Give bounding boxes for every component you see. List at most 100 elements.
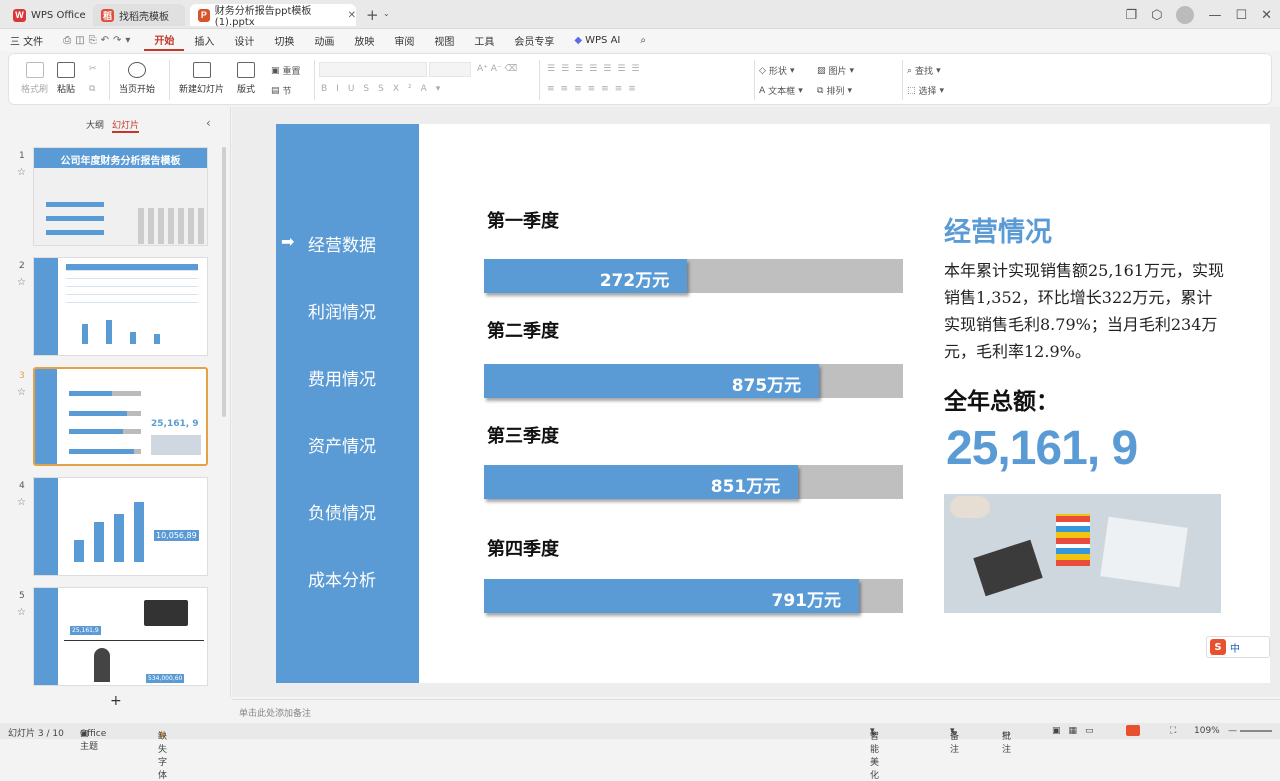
format-painter-button[interactable]: 格式刷: [21, 62, 48, 95]
thumb-table: [66, 264, 198, 310]
star-icon[interactable]: ☆: [17, 277, 26, 288]
start-from-current-button[interactable]: 当页开始: [119, 62, 155, 95]
progress-value: 791万元: [771, 591, 842, 611]
divider: [109, 60, 110, 100]
chevron-down-icon[interactable]: ⌄: [383, 9, 390, 18]
thumb-divider: [64, 640, 204, 641]
nav-cost-analysis[interactable]: 成本分析: [308, 566, 376, 591]
tab-template[interactable]: 稻 找稻壳模板: [93, 4, 185, 26]
progress-track: 791万元: [484, 579, 903, 613]
thumb-bar: [114, 514, 124, 562]
section-button[interactable]: ▤ 节: [271, 84, 292, 98]
slide-thumbnail-2[interactable]: [33, 257, 208, 356]
menu-home[interactable]: 开始: [144, 29, 185, 51]
new-tab-icon[interactable]: +: [366, 6, 379, 24]
thumb-bar: [82, 324, 88, 344]
thumb-bar: [106, 320, 112, 344]
star-icon[interactable]: ☆: [17, 607, 26, 618]
font-family-select[interactable]: [319, 62, 427, 77]
zoom-level[interactable]: 109%: [1194, 726, 1220, 736]
star-icon[interactable]: ☆: [17, 167, 26, 178]
slide-number: 3: [19, 371, 25, 381]
notes-pane[interactable]: 单击此处添加备注: [232, 699, 1280, 723]
menu-member[interactable]: 会员专享: [504, 29, 564, 51]
menu-view[interactable]: 视图: [424, 29, 464, 51]
nav-expenses[interactable]: 费用情况: [308, 365, 376, 390]
collapse-panel-icon[interactable]: ‹: [206, 116, 211, 130]
notes-toggle[interactable]: ≡ 备注 ▾: [950, 726, 959, 755]
thumb-sidebar: [34, 588, 58, 685]
brush-icon: [25, 62, 44, 78]
slide-thumbnail-1[interactable]: 公司年度财务分析报告模板: [33, 147, 208, 246]
layout-button[interactable]: 版式: [237, 62, 255, 95]
menu-wps-ai[interactable]: ◆ WPS AI: [564, 29, 630, 51]
tab-wps-office[interactable]: W WPS Office: [5, 4, 89, 26]
thumb-sidebar: [34, 478, 58, 575]
slide-thumbnail-4[interactable]: 10,056,89: [33, 477, 208, 576]
slide-thumbnail-3[interactable]: 25,161, 9: [33, 367, 208, 466]
font-size-select[interactable]: [429, 62, 471, 77]
menu-review[interactable]: 审阅: [384, 29, 424, 51]
quick-access-icons[interactable]: ⎙◫⎘↶↷▾: [53, 29, 144, 51]
menu-animation[interactable]: 动画: [304, 29, 344, 51]
thumb-total: 10,056,89: [154, 530, 199, 541]
slide-thumbnail-5[interactable]: 25,161,9 534,000,60: [33, 587, 208, 686]
reset-button[interactable]: ▣ 重置: [271, 64, 301, 78]
alignment-controls[interactable]: ≡≡≡≡≡≡≡: [547, 84, 642, 94]
star-icon[interactable]: ☆: [17, 497, 26, 508]
minimize-icon[interactable]: —: [1208, 8, 1221, 23]
thumb-laptop: [144, 600, 188, 626]
select-button[interactable]: ⬚ 选择 ▾: [907, 84, 944, 98]
maximize-icon[interactable]: ☐: [1235, 8, 1247, 23]
nav-profit[interactable]: 利润情况: [308, 298, 376, 323]
menu-design[interactable]: 设计: [224, 29, 264, 51]
star-icon[interactable]: ☆: [17, 387, 26, 398]
ime-toolbar[interactable]: S 中: [1206, 636, 1270, 658]
textbox-button[interactable]: A 文本框 ▾: [759, 84, 803, 98]
view-mode-icons[interactable]: ▣▦▭: [1052, 726, 1102, 736]
picture-button[interactable]: ▨ 图片 ▾: [817, 64, 854, 78]
slide-number: 1: [19, 151, 25, 161]
nav-liabilities[interactable]: 负债情况: [308, 499, 376, 524]
outline-tab[interactable]: 大纲: [86, 118, 104, 131]
restore-window-icon[interactable]: ❐: [1125, 8, 1137, 23]
paragraph-controls[interactable]: ☰☰☰☰☰☰☰: [547, 64, 645, 74]
slide-count: 幻灯片 3 / 10: [8, 729, 64, 739]
slides-tab[interactable]: 幻灯片: [112, 118, 140, 133]
menu-file[interactable]: 三 文件: [0, 29, 53, 51]
tab-document[interactable]: P 财务分析报告ppt模板(1).pptx ✕: [190, 4, 356, 28]
font-style-controls[interactable]: BIUSSX²A▾: [321, 84, 449, 94]
play-slideshow-icon[interactable]: [1126, 725, 1140, 736]
menu-transition[interactable]: 切换: [264, 29, 304, 51]
search-icon[interactable]: ⌕: [630, 29, 656, 51]
cut-icon[interactable]: ✂: [89, 64, 97, 74]
smart-beautify-button[interactable]: ◈ 智能美化 ▾: [870, 726, 879, 781]
copy-icon[interactable]: ⧉: [89, 84, 95, 94]
shape-button[interactable]: ◇ 形状 ▾: [759, 64, 794, 78]
menu-tools[interactable]: 工具: [464, 29, 504, 51]
nav-assets[interactable]: 资产情况: [308, 432, 376, 457]
close-icon[interactable]: ✕: [348, 10, 356, 21]
divider: [754, 60, 755, 100]
thumb-track: [69, 449, 141, 454]
font-size-controls[interactable]: A⁺ A⁻ ⌫: [477, 64, 517, 74]
arrow-right-icon: ➡: [281, 232, 295, 251]
avatar[interactable]: [1176, 6, 1195, 24]
box-icon[interactable]: ⬡: [1151, 8, 1162, 23]
zoom-out-icon[interactable]: —: [1228, 726, 1237, 736]
thumb-total: 25,161, 9: [151, 419, 199, 429]
window-close-icon[interactable]: ✕: [1261, 8, 1272, 23]
add-slide-icon[interactable]: +: [110, 693, 122, 709]
nav-operating-data[interactable]: 经营数据: [308, 231, 376, 256]
menu-slideshow[interactable]: 放映: [344, 29, 384, 51]
paste-button[interactable]: 粘贴: [57, 62, 75, 95]
zoom-slider[interactable]: [1240, 730, 1272, 732]
scrollbar[interactable]: [222, 147, 226, 417]
arrange-button[interactable]: ⧉ 排列 ▾: [817, 84, 852, 98]
new-slide-button[interactable]: 新建幻灯片: [179, 62, 224, 95]
slide-sidebar: ➡ 经营数据 利润情况 费用情况 资产情况 负债情况 成本分析: [276, 124, 419, 683]
menu-insert[interactable]: 插入: [184, 29, 224, 51]
shape-icon: ◇: [759, 65, 766, 76]
fit-window-icon[interactable]: ⛶: [1170, 726, 1176, 736]
find-button[interactable]: ⌕ 查找 ▾: [907, 64, 941, 78]
